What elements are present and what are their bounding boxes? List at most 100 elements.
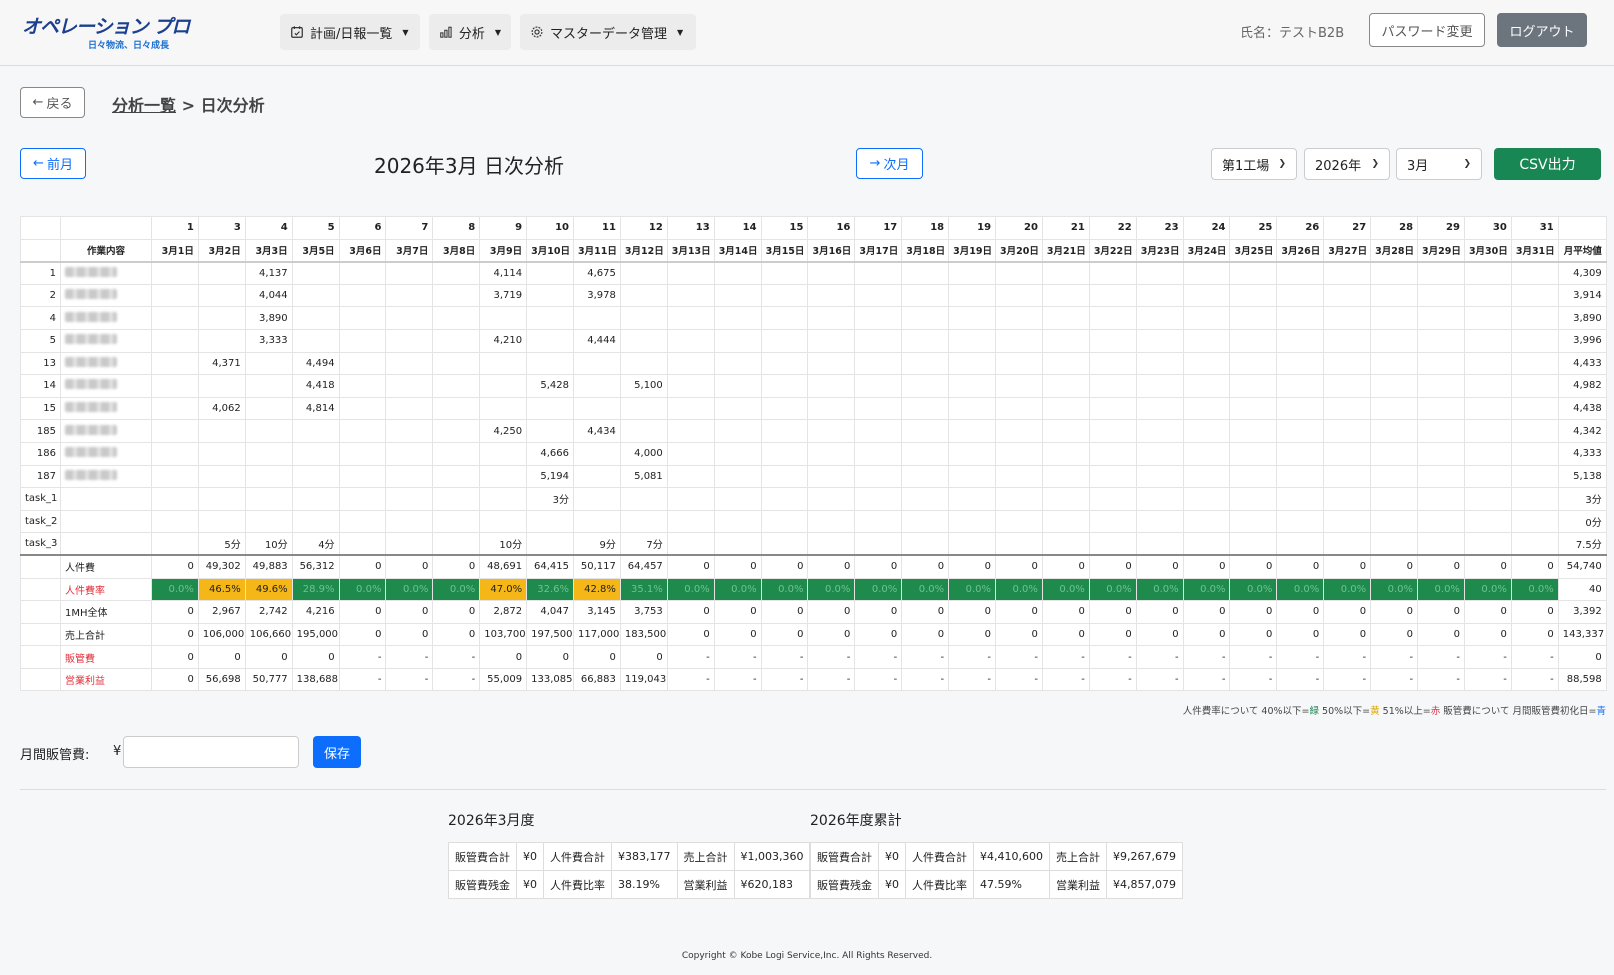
- task-name-cell: [60, 328, 152, 353]
- day-value-cell: [1417, 374, 1465, 398]
- day-value-cell: [1229, 328, 1278, 353]
- rate-color-legend: 人件費率について 40%以下=緑 50%以下=黄 51%以上=赤 販管費について…: [1183, 703, 1606, 717]
- back-button[interactable]: ← 戻る: [20, 87, 85, 118]
- csv-export-button[interactable]: CSV出力: [1494, 148, 1601, 180]
- day-value-cell: [526, 532, 575, 556]
- day-number-header: 12: [619, 216, 668, 240]
- factory-select[interactable]: 第1工場 ❯: [1211, 148, 1297, 180]
- date-header: 3月18日: [901, 238, 950, 263]
- summary-value-cell: 0: [948, 600, 997, 624]
- day-value-cell: [760, 396, 809, 421]
- day-value-cell: [1041, 532, 1090, 556]
- prev-month-button[interactable]: ← 前月: [20, 148, 86, 179]
- summary-value-cell: 0: [1370, 622, 1419, 647]
- day-number-header: 5: [291, 216, 340, 240]
- arrow-left-icon: ←: [33, 156, 44, 171]
- arrow-right-icon: →: [869, 156, 881, 171]
- summary-value-cell: 0: [1041, 622, 1090, 647]
- redacted-task-name: [65, 379, 117, 390]
- summary-value-cell: 48,691: [479, 554, 528, 579]
- day-value-cell: [526, 306, 575, 330]
- empty-header-cell: [20, 216, 61, 240]
- day-value-cell: [901, 464, 950, 489]
- day-value-cell: [1417, 351, 1465, 376]
- monthly-sga-input[interactable]: [123, 736, 299, 768]
- day-value-cell: [1276, 419, 1325, 443]
- summary-value-cell: -: [901, 645, 950, 669]
- summary-value-cell: 0: [526, 645, 575, 669]
- task-id-cell: 4: [20, 306, 61, 330]
- date-header: 3月12日: [619, 238, 668, 263]
- back-button-label: 戻る: [46, 97, 73, 112]
- day-value-cell: 4,137: [244, 261, 293, 285]
- app-logo[interactable]: オペレーション プロ 日々物流、日々成長: [22, 12, 190, 52]
- nav-analysis[interactable]: 分析 ▼: [429, 14, 511, 50]
- summary-value-cell: -: [713, 645, 762, 669]
- monthly-summary-table: 販管費合計 ¥0 人件費合計 ¥383,177 売上合計 ¥1,003,360 販管費残金 ¥…: [448, 842, 811, 899]
- day-value-cell: [1135, 464, 1184, 489]
- summary-value-cell: 4,047: [526, 600, 575, 624]
- date-header: 3月2日: [197, 238, 246, 263]
- day-value-cell: [1088, 532, 1137, 556]
- day-value-cell: [244, 464, 293, 489]
- breadcrumb-analysis-list-link[interactable]: 分析一覧: [112, 96, 176, 115]
- labor-rate-cell: 0.0%: [1417, 577, 1465, 602]
- summary-value-cell: 0: [1370, 600, 1419, 624]
- day-value-cell: [1135, 351, 1184, 376]
- day-value-cell: [948, 464, 997, 489]
- day-value-cell: [197, 283, 246, 308]
- day-value-cell: [1182, 351, 1231, 376]
- day-value-cell: [244, 487, 293, 511]
- year-select[interactable]: 2026年 ❯: [1304, 148, 1390, 180]
- task-name-cell: [60, 464, 152, 489]
- day-value-cell: [1041, 351, 1090, 376]
- day-value-cell: 5,194: [526, 464, 575, 489]
- task-name-cell: [60, 396, 152, 421]
- day-value-cell: [1370, 328, 1419, 353]
- day-value-cell: [1323, 261, 1372, 285]
- summary-value-cell: -: [666, 667, 715, 692]
- day-value-cell: [1182, 396, 1231, 421]
- logout-button[interactable]: ログアウト: [1497, 13, 1587, 47]
- nav-plan-daily-list[interactable]: 計画/日報一覧 ▼: [280, 14, 420, 50]
- day-value-cell: [1417, 509, 1465, 534]
- day-value-cell: [479, 441, 528, 466]
- day-value-cell: 3,719: [479, 283, 528, 308]
- gear-icon: [531, 26, 543, 38]
- summary-row: 1MH全体 0 2,967 2,742 4,216 0 0 0 2,872 4,047 3,145 3…: [20, 600, 1607, 624]
- day-value-cell: [1463, 464, 1512, 489]
- day-value-cell: [619, 351, 668, 376]
- summary-value-cell: -: [432, 667, 481, 692]
- day-value-cell: [1135, 532, 1184, 556]
- day-value-cell: [1041, 306, 1090, 330]
- next-month-button[interactable]: → 次月: [856, 148, 923, 179]
- day-value-cell: [385, 351, 434, 376]
- breadcrumb-current: 日次分析: [200, 96, 265, 115]
- day-value-cell: [854, 306, 903, 330]
- task-id-cell: 15: [20, 396, 61, 421]
- day-value-cell: [619, 509, 668, 534]
- day-value-cell: [1370, 374, 1419, 398]
- day-value-cell: [385, 509, 434, 534]
- summary-value-cell: 0: [854, 622, 903, 647]
- day-value-cell: [385, 374, 434, 398]
- day-value-cell: [619, 328, 668, 353]
- day-value-cell: [432, 419, 481, 443]
- nav-master-data[interactable]: マスターデータ管理 ▼: [520, 14, 696, 50]
- change-password-button[interactable]: パスワード変更: [1369, 13, 1485, 47]
- day-number-header: 31: [1510, 216, 1559, 240]
- redacted-task-name: [65, 311, 117, 322]
- save-button[interactable]: 保存: [313, 736, 361, 768]
- caret-down-icon: ▼: [402, 27, 409, 37]
- day-value-cell: [151, 261, 199, 285]
- day-value-cell: [1323, 374, 1372, 398]
- task-row: 2 4,044 3,719 3,978 3,914: [20, 283, 1607, 308]
- summary-value: ¥9,267,679: [1105, 842, 1183, 871]
- month-select[interactable]: 3月 ❯: [1396, 148, 1482, 180]
- day-value-cell: [666, 441, 715, 466]
- day-value-cell: [666, 487, 715, 511]
- breadcrumb: 分析一覧 > 日次分析: [112, 92, 265, 116]
- summary-value-cell: 56,312: [291, 554, 340, 579]
- task-row: task_3 5分 10分 4分 10分 9分 7分 7.5分: [20, 532, 1607, 556]
- summary-value: ¥0: [878, 842, 906, 871]
